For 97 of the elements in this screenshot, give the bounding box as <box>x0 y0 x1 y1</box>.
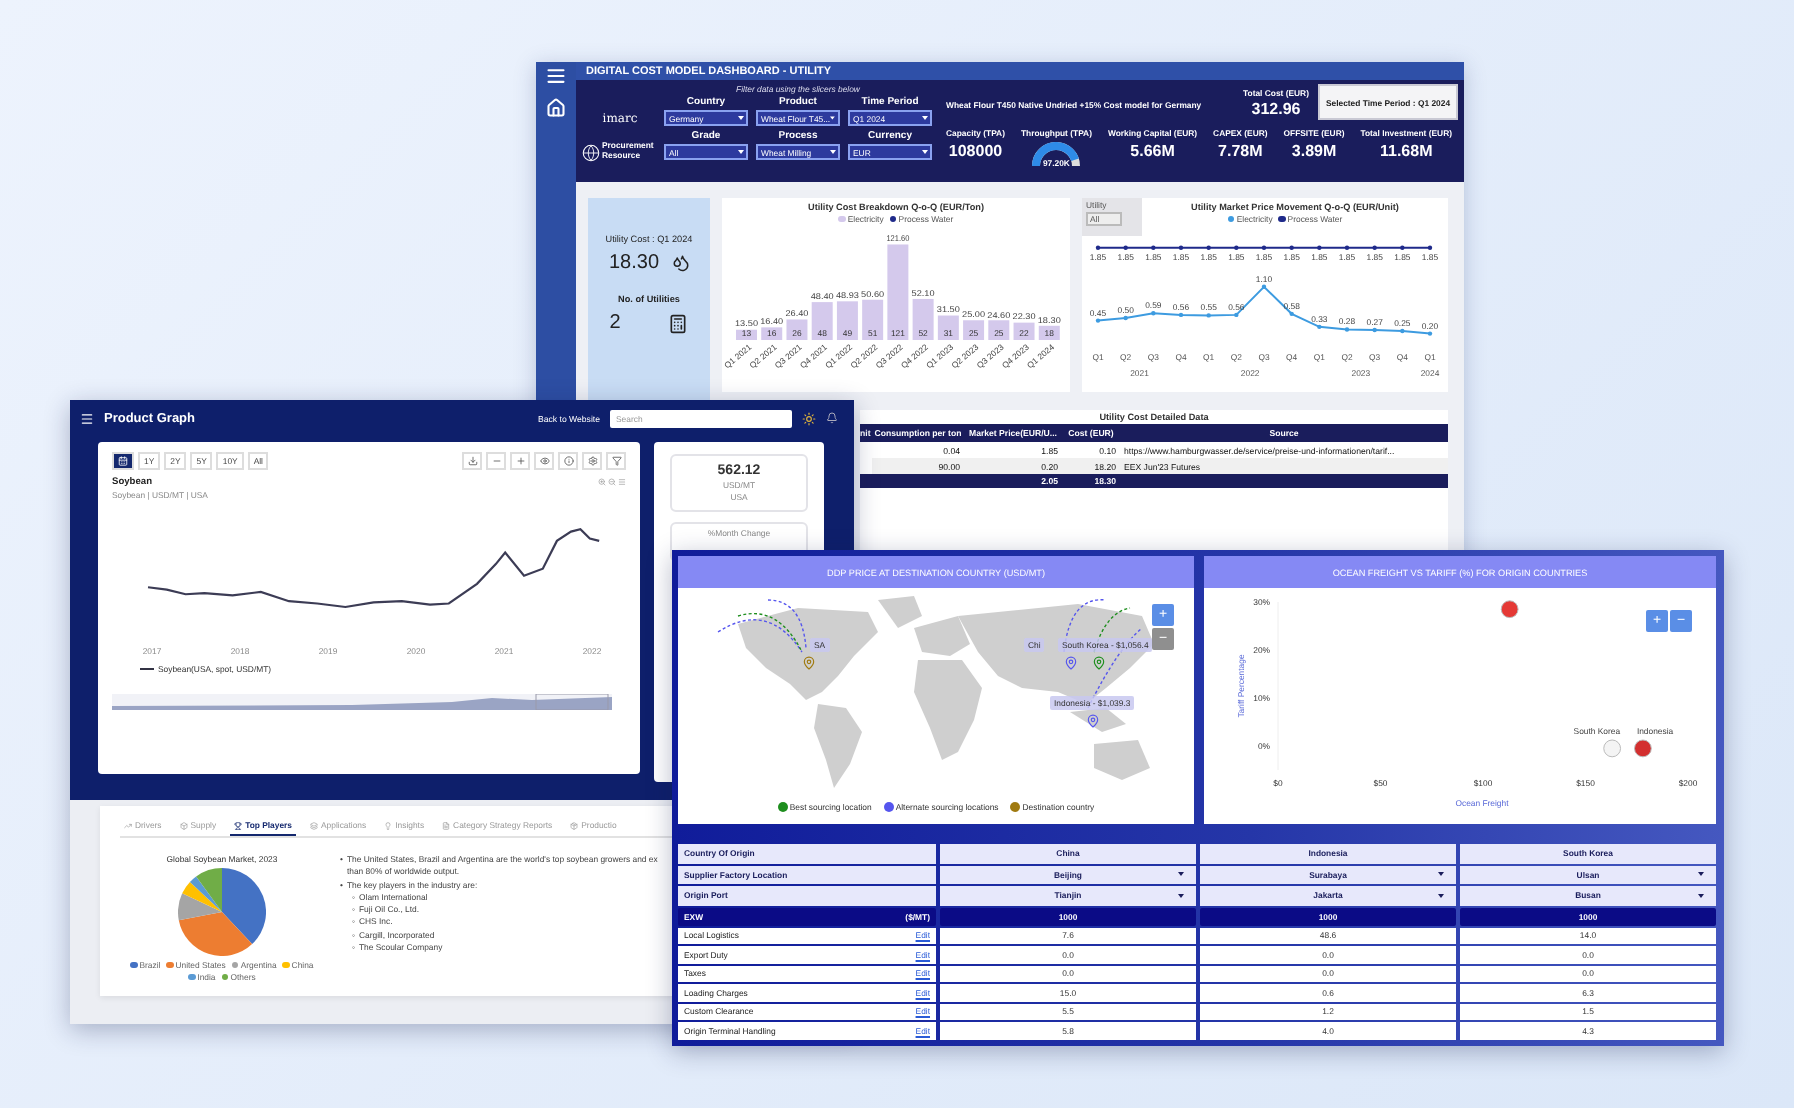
menu-icon[interactable] <box>546 66 566 86</box>
data-point <box>1344 245 1350 250</box>
tool-button[interactable] <box>534 452 554 470</box>
home-icon[interactable] <box>546 98 566 118</box>
trophy-icon <box>234 821 243 829</box>
bar <box>1038 325 1060 340</box>
bell-icon[interactable] <box>826 412 838 424</box>
bar <box>988 320 1010 340</box>
bar <box>862 299 884 340</box>
pin-icon[interactable] <box>802 656 816 670</box>
kpi-value: 11.68M <box>1379 142 1433 160</box>
data-point <box>1400 245 1405 250</box>
data-point <box>1289 311 1294 317</box>
download-icon <box>467 456 477 466</box>
data-point <box>1123 245 1128 250</box>
data-point <box>1289 245 1294 250</box>
droplets-icon <box>671 254 690 272</box>
gauge <box>1030 142 1083 168</box>
plus-icon <box>515 456 525 466</box>
bar <box>736 329 757 340</box>
calculator-icon <box>668 313 689 333</box>
data-point <box>1317 324 1322 330</box>
tool-button[interactable] <box>462 452 482 470</box>
data-point <box>1427 245 1433 250</box>
tool-button[interactable] <box>606 452 626 470</box>
info-icon <box>563 456 573 466</box>
globe-icon <box>582 143 600 161</box>
caret-icon <box>1698 893 1704 898</box>
settings-icon <box>587 456 597 466</box>
bar <box>912 298 934 340</box>
bar <box>761 327 783 340</box>
data-point <box>1372 327 1377 333</box>
zoom-in-icon[interactable] <box>598 478 606 486</box>
data-point <box>1151 245 1156 250</box>
calendar-icon <box>118 456 128 466</box>
caret-icon <box>1698 872 1704 877</box>
data-point <box>1178 312 1184 318</box>
minus-icon <box>491 456 501 466</box>
tool-button[interactable] <box>558 452 578 470</box>
data-point <box>1234 245 1239 250</box>
menu-icon[interactable] <box>80 411 94 425</box>
zoom-out-icon[interactable] <box>608 478 616 486</box>
data-point <box>1206 313 1211 318</box>
caret-icon <box>1438 893 1444 898</box>
tool-button[interactable] <box>486 452 506 470</box>
kpi-value: 108000 <box>948 142 1003 160</box>
bar <box>836 301 858 340</box>
bar <box>786 319 808 340</box>
tool-button[interactable] <box>582 452 602 470</box>
data-point <box>1151 311 1156 316</box>
caret-icon <box>830 116 835 120</box>
data-point <box>1095 318 1101 323</box>
caret-icon <box>1438 872 1444 877</box>
bar <box>887 244 909 340</box>
data-point <box>1400 328 1405 334</box>
eye-icon <box>539 456 549 466</box>
package-icon <box>570 821 579 829</box>
caret-icon <box>1178 872 1184 877</box>
bar <box>1013 322 1035 340</box>
pin-icon[interactable] <box>1086 714 1100 728</box>
data-point <box>1261 284 1267 289</box>
bar <box>963 320 985 340</box>
utility-count: 2 <box>609 312 621 334</box>
caret-icon <box>921 116 927 120</box>
caret-icon <box>737 150 743 154</box>
layers-icon <box>310 821 319 829</box>
caret-icon <box>829 150 835 154</box>
data-point <box>1317 245 1322 250</box>
pin-icon[interactable] <box>1092 656 1106 670</box>
data-point <box>1427 331 1433 336</box>
data-point <box>1234 312 1239 318</box>
pin-icon[interactable] <box>1064 656 1078 670</box>
kpi-value: 7.78M <box>1218 142 1263 160</box>
data-point <box>1206 245 1211 250</box>
caret-icon <box>1178 893 1184 898</box>
data-point <box>1261 245 1267 250</box>
tool-button[interactable] <box>510 452 530 470</box>
data-point <box>1123 315 1128 321</box>
data-point <box>1344 327 1350 332</box>
utility-cost: 18.30 <box>608 252 660 274</box>
kpi-value: 312.96 <box>1251 100 1301 118</box>
sun-icon[interactable] <box>802 411 816 425</box>
document-icon <box>442 821 451 829</box>
kpi-value: 5.66M <box>1130 142 1175 160</box>
trend-icon <box>124 821 132 829</box>
data-point <box>1095 245 1101 250</box>
data-point <box>1372 245 1377 250</box>
bar <box>811 302 833 340</box>
pie-chart <box>178 868 266 956</box>
box-icon <box>179 821 188 829</box>
data-point <box>1178 245 1184 250</box>
caret-icon <box>737 116 743 120</box>
filter-icon <box>611 456 621 466</box>
range-button[interactable] <box>112 452 134 470</box>
kpi-value: 3.89M <box>1291 142 1337 160</box>
bar <box>937 315 959 340</box>
caret-icon <box>921 150 927 154</box>
